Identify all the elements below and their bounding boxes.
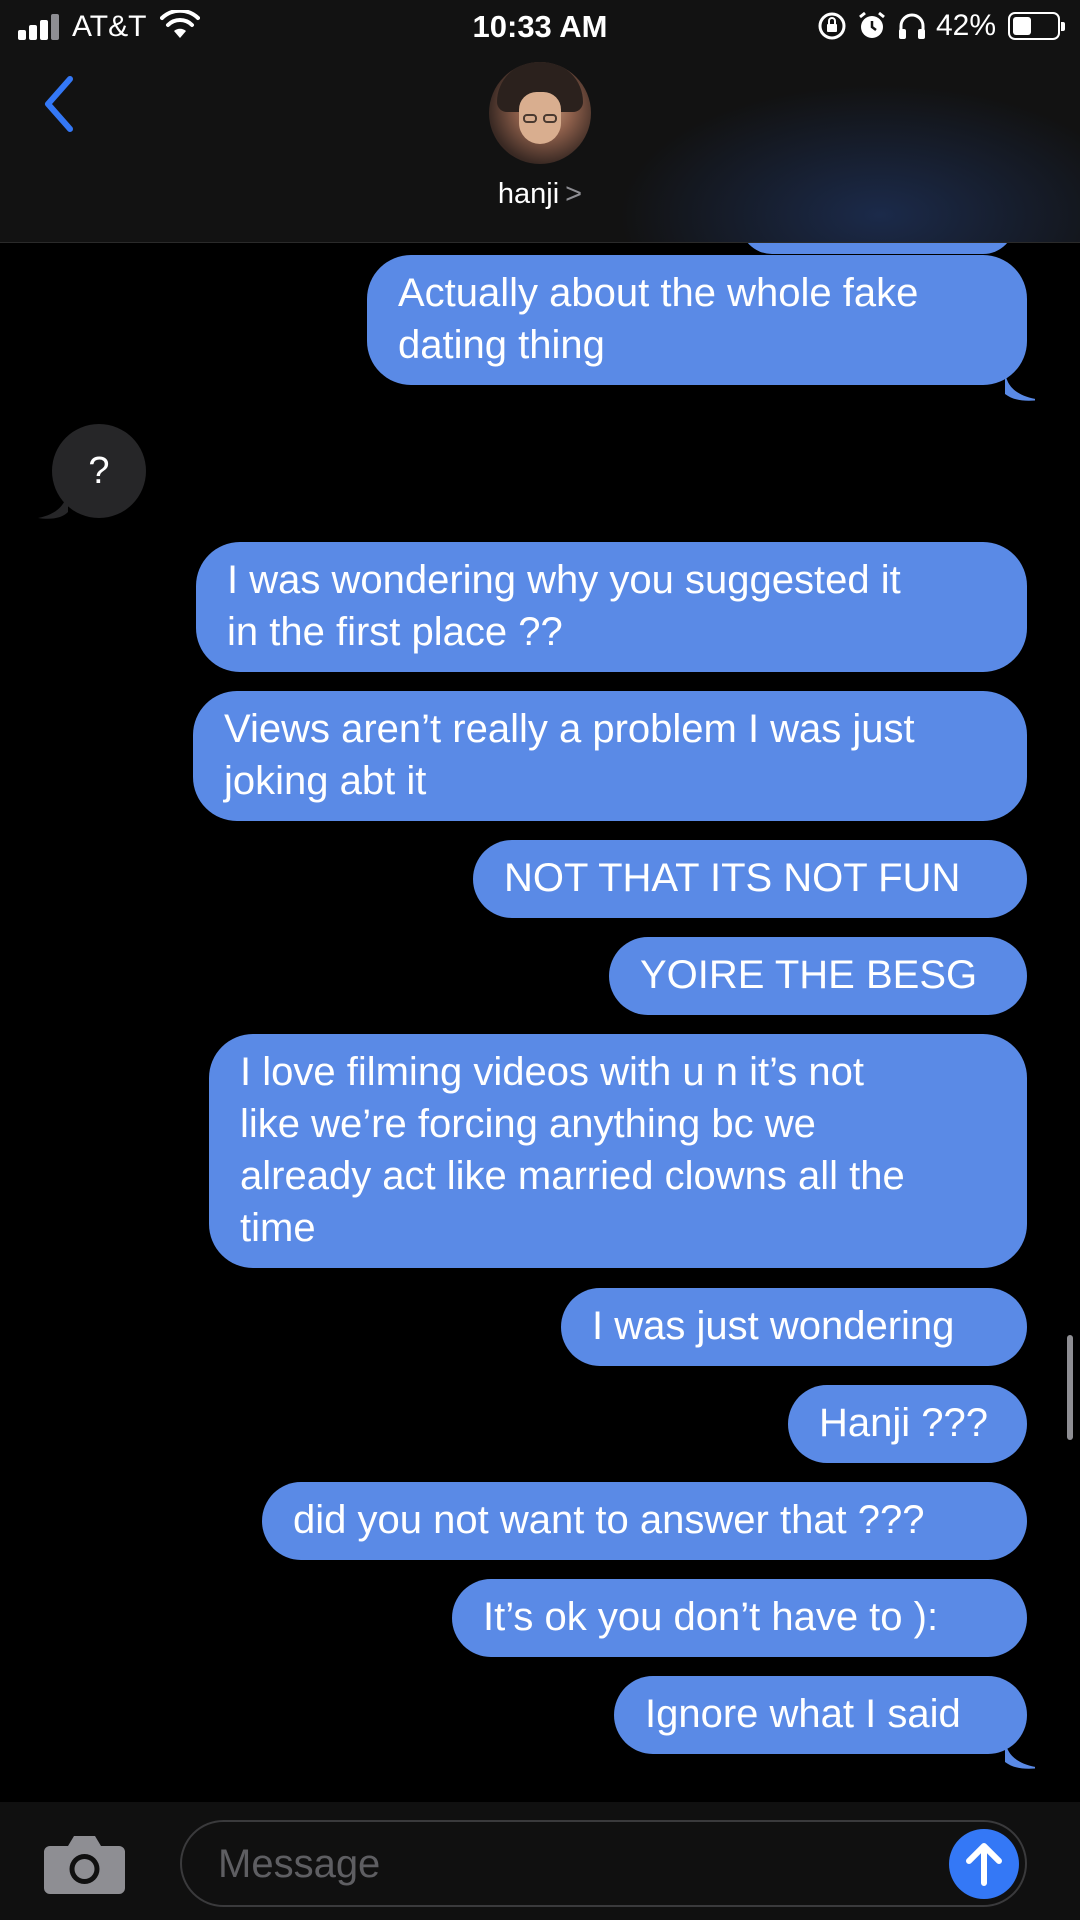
message-text: did you not want to answer that ??? [293, 1498, 925, 1542]
bubble-tail [1005, 372, 1035, 401]
avatar[interactable] [489, 62, 591, 164]
message-text: Ignore what I said [645, 1692, 961, 1736]
message-bubble-outgoing[interactable]: I was wondering why you suggested it in … [196, 542, 1027, 672]
bubble-tail [38, 490, 68, 519]
message-bubble-outgoing[interactable]: Ignore what I said [614, 1676, 1027, 1754]
rotation-lock-icon [818, 12, 846, 40]
message-text: Actually about the whole fake [398, 271, 919, 315]
battery-percent: 42% [935, 9, 996, 42]
message-text: NOT THAT ITS NOT FUN [504, 856, 961, 900]
message-text: time [240, 1206, 316, 1250]
message-text: dating thing [398, 323, 605, 367]
chevron-left-icon[interactable] [40, 74, 80, 134]
contact-name: hanji [497, 178, 560, 210]
composer-bar: Message [0, 1802, 1080, 1920]
message-input[interactable]: Message [180, 1820, 1027, 1907]
message-text: in the first place ?? [227, 610, 563, 654]
message-text: joking abt it [224, 759, 427, 803]
headphones-icon [898, 13, 925, 39]
message-bubble-outgoing[interactable]: did you not want to answer that ??? [262, 1482, 1027, 1560]
message-placeholder: Message [218, 1842, 381, 1886]
message-text: ? [88, 450, 110, 492]
message-text: already act like married clowns all the [240, 1154, 905, 1198]
message-text: I was just wondering [592, 1304, 955, 1348]
message-bubble-outgoing[interactable]: I love filming videos with u n it’s not … [209, 1034, 1027, 1268]
send-button[interactable] [949, 1829, 1019, 1899]
alarm-icon [859, 11, 885, 38]
message-bubble-outgoing[interactable]: Views aren’t really a problem I was just… [193, 691, 1027, 821]
scrollbar[interactable] [1067, 1335, 1073, 1440]
message-bubble-outgoing[interactable]: It’s ok you don’t have to ): [452, 1579, 1027, 1657]
contact-name-button[interactable]: hanji > [0, 178, 1080, 211]
message-text: It’s ok you don’t have to ): [483, 1595, 939, 1639]
message-text: Views aren’t really a problem I was just [224, 707, 915, 751]
camera-icon[interactable] [44, 1832, 125, 1894]
conversation-header: AT&T 10:33 AM 42% hanji > [0, 0, 1080, 243]
chevron-right-icon: > [565, 178, 583, 210]
message-bubble-outgoing[interactable]: YOIRE THE BESG [609, 937, 1027, 1015]
message-bubble-outgoing[interactable]: NOT THAT ITS NOT FUN [473, 840, 1027, 918]
message-bubble-outgoing[interactable]: Hanji ??? [788, 1385, 1027, 1463]
message-text: Hanji ??? [819, 1401, 989, 1445]
battery-icon [1008, 12, 1065, 40]
bubble-tail [1005, 1740, 1035, 1769]
message-text: I love filming videos with u n it’s not [240, 1050, 865, 1094]
arrow-up-icon [966, 1843, 1002, 1886]
message-bubble-outgoing[interactable]: I was just wondering [561, 1288, 1027, 1366]
status-bar: AT&T 10:33 AM 42% [0, 0, 1080, 54]
message-text: like we’re forcing anything bc we [240, 1102, 816, 1146]
message-bubble-outgoing[interactable]: Actually about the whole fake dating thi… [367, 255, 1027, 385]
message-text: I was wondering why you suggested it [227, 558, 901, 602]
message-text: YOIRE THE BESG [640, 953, 978, 997]
